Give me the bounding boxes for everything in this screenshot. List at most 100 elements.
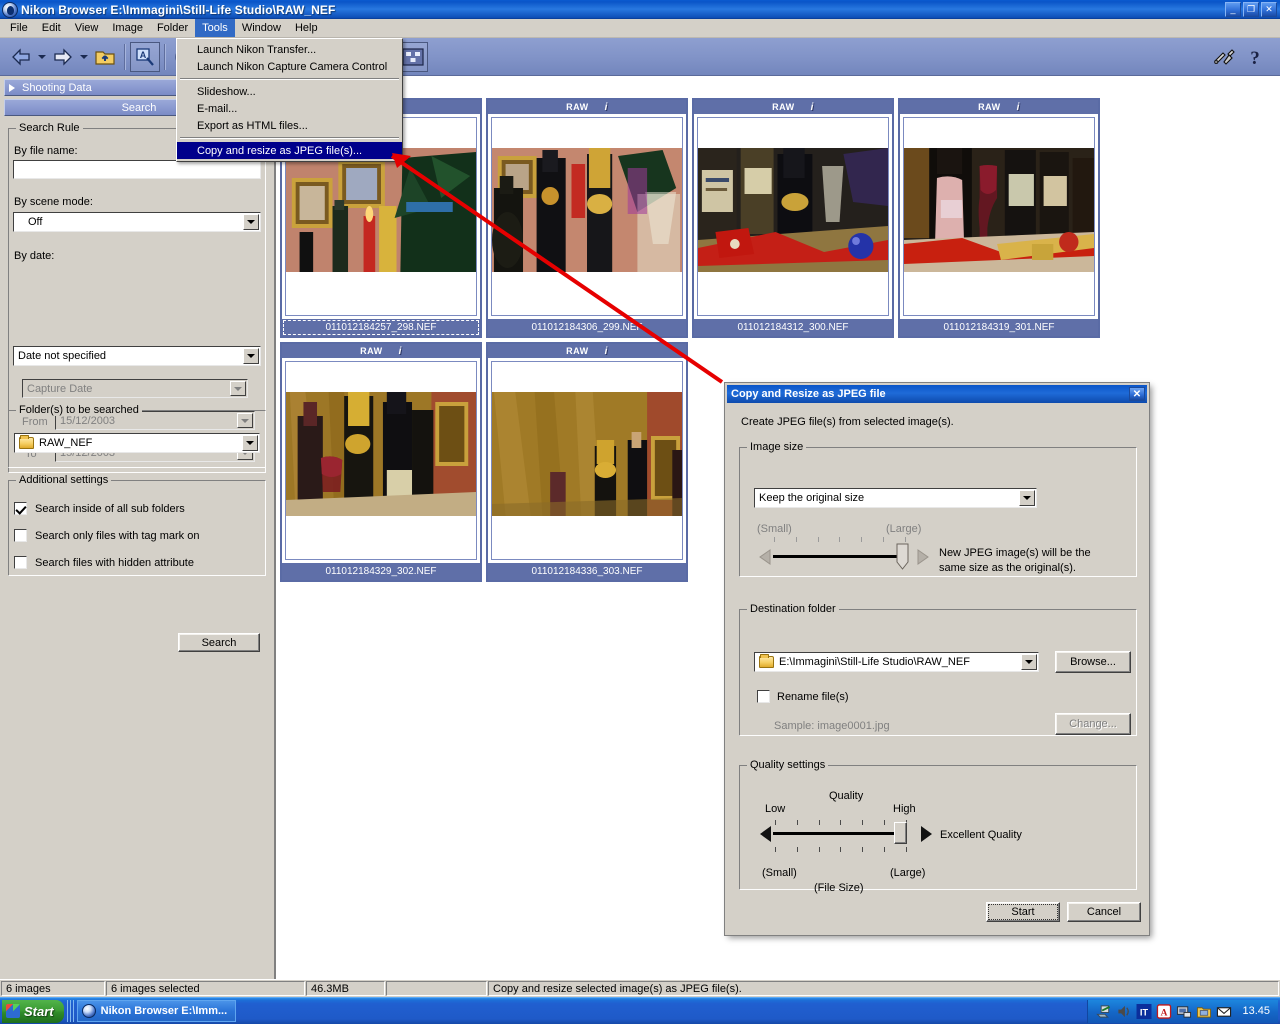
menuitem-copy-and-resize-as-jpeg[interactable]: Copy and resize as JPEG file(s)... [177, 142, 402, 159]
raw-badge: RAW [360, 346, 383, 356]
language-IT-icon[interactable]: IT [1136, 1003, 1152, 1019]
chevron-down-icon[interactable] [242, 435, 258, 451]
browse-button[interactable]: Browse... [1055, 651, 1131, 673]
thumbnail-item-5[interactable]: RAW i 011012184329_302.NEF [280, 342, 482, 582]
window-title: Nikon Browser E:\Immagini\Still-Life Stu… [21, 2, 336, 17]
info-icon[interactable]: i [811, 102, 814, 113]
acrobat-icon[interactable]: A [1156, 1003, 1172, 1019]
forward-icon[interactable] [48, 42, 78, 72]
back-icon[interactable] [6, 42, 36, 72]
checkbox-hidden[interactable] [14, 556, 27, 569]
quality-value-label: Excellent Quality [940, 829, 1022, 841]
info-icon[interactable]: i [399, 346, 402, 357]
rename-sample-text: Sample: image0001.jpg [774, 720, 890, 732]
by-scene-mode-value: Off [28, 216, 43, 228]
thumbnail-item-6[interactable]: RAW i 011012184336_303.NEF [486, 342, 688, 582]
additional-settings-legend: Additional settings [16, 474, 112, 486]
tools-options-icon[interactable] [1210, 42, 1240, 72]
volume-icon[interactable] [1116, 1004, 1132, 1019]
menu-edit[interactable]: Edit [35, 19, 68, 37]
chevron-down-icon[interactable] [1019, 490, 1035, 506]
info-icon[interactable]: i [1017, 102, 1020, 113]
thumbnail-item-2[interactable]: RAW i 011012184306_299.NEF [486, 98, 688, 338]
raw-badge: RAW [772, 102, 795, 112]
dialog-title-text: Copy and Resize as JPEG file [731, 388, 886, 400]
thumbnail-item-3[interactable]: RAW i 011012184312_300.NEF [692, 98, 894, 338]
start-label: Start [24, 1003, 54, 1019]
chevron-down-icon[interactable] [243, 348, 259, 364]
display-icon[interactable] [1176, 1004, 1192, 1019]
by-file-name-input[interactable] [13, 160, 261, 179]
mail-icon[interactable] [1216, 1004, 1232, 1019]
quality-filesize-label: (File Size) [814, 882, 864, 894]
folders-value: RAW_NEF [39, 437, 93, 449]
menu-tools[interactable]: Tools [195, 19, 235, 37]
image-size-slider-track[interactable] [773, 555, 907, 558]
menuitem-launch-nikon-transfer[interactable]: Launch Nikon Transfer... [177, 41, 402, 58]
maximize-button[interactable]: ❐ [1243, 2, 1259, 17]
app-window: Nikon Browser E:\Immagini\Still-Life Stu… [0, 0, 1280, 1024]
checkbox-row-hidden[interactable]: Search files with hidden attribute [14, 556, 194, 569]
start-button-taskbar[interactable]: Start [2, 999, 64, 1023]
thumbnail-item-4[interactable]: RAW i 011012184319_301.NEF [898, 98, 1100, 338]
image-size-combo[interactable]: Keep the original size [754, 488, 1037, 508]
capture-date-value: Capture Date [27, 382, 93, 395]
folder-icon [759, 654, 774, 668]
menu-help[interactable]: Help [288, 19, 325, 37]
checkbox-rename-files[interactable] [757, 690, 770, 703]
quality-right-arrow-icon[interactable] [917, 823, 935, 845]
by-scene-mode-combo[interactable]: Off [13, 212, 261, 232]
destination-path-combo[interactable]: E:\Immagini\Still-Life Studio\RAW_NEF [754, 652, 1039, 672]
quality-large-label: (Large) [890, 867, 926, 879]
folder-icon[interactable] [1196, 1004, 1212, 1019]
menu-image[interactable]: Image [105, 19, 150, 37]
checkbox-tagmark-label: Search only files with tag mark on [35, 529, 200, 542]
cancel-button[interactable]: Cancel [1067, 902, 1141, 922]
back-dropdown-icon[interactable] [36, 42, 48, 72]
menu-file[interactable]: File [3, 19, 35, 37]
dialog-close-button[interactable]: ✕ [1129, 387, 1145, 401]
rename-files-label: Rename file(s) [777, 690, 849, 703]
menuitem-email[interactable]: E-mail... [177, 100, 402, 117]
up-folder-icon[interactable] [90, 42, 120, 72]
chevron-down-icon[interactable] [243, 214, 259, 230]
menubar: File Edit View Image Folder Tools Window… [0, 19, 1280, 38]
nikon-app-icon [81, 1004, 96, 1018]
capture-date-combo[interactable]: Capture Date [22, 379, 248, 398]
checkbox-subfolders[interactable] [14, 502, 27, 515]
taskbar-clock[interactable]: 13.45 [1242, 1005, 1270, 1017]
taskbar-grip[interactable] [66, 1000, 74, 1022]
info-icon[interactable]: i [605, 346, 608, 357]
menu-window[interactable]: Window [235, 19, 288, 37]
checkbox-row-subfolders[interactable]: Search inside of all sub folders [14, 502, 185, 515]
chevron-down-icon[interactable] [230, 381, 246, 396]
menuitem-slideshow[interactable]: Slideshow... [177, 83, 402, 100]
checkbox-row-tagmark[interactable]: Search only files with tag mark on [14, 529, 199, 542]
menu-view[interactable]: View [68, 19, 106, 37]
image-size-right-arrow-icon[interactable] [913, 547, 931, 567]
help-question-icon[interactable]: ? [1240, 42, 1270, 72]
quality-slider-track[interactable] [773, 832, 906, 835]
close-button[interactable]: ✕ [1261, 2, 1277, 17]
folders-legend: Folder(s) to be searched [16, 404, 142, 416]
info-icon[interactable]: i [605, 102, 608, 113]
minimize-button[interactable]: _ [1225, 2, 1241, 17]
search-icon[interactable]: A [130, 41, 160, 72]
chevron-down-icon[interactable] [1021, 654, 1037, 670]
folders-combo[interactable]: RAW_NEF [14, 433, 260, 453]
forward-dropdown-icon[interactable] [78, 42, 90, 72]
menu-folder[interactable]: Folder [150, 19, 195, 37]
checkbox-tagmark[interactable] [14, 529, 27, 542]
search-button[interactable]: Search [178, 633, 260, 652]
network-icon[interactable] [1096, 1004, 1112, 1019]
start-button[interactable]: Start [986, 902, 1060, 922]
by-date-combo[interactable]: Date not specified [13, 346, 261, 366]
quality-high-label: High [893, 803, 916, 815]
quality-slider-thumb[interactable] [894, 822, 907, 844]
taskbar-item-nikon-browser[interactable]: Nikon Browser E:\Imm... [76, 1000, 237, 1022]
menuitem-launch-capture-camera-control[interactable]: Launch Nikon Capture Camera Control [177, 58, 402, 75]
change-button[interactable]: Change... [1055, 713, 1131, 735]
rename-files-row[interactable]: Rename file(s) [757, 690, 849, 703]
menuitem-export-as-html[interactable]: Export as HTML files... [177, 117, 402, 134]
image-size-slider-thumb[interactable] [895, 543, 911, 571]
